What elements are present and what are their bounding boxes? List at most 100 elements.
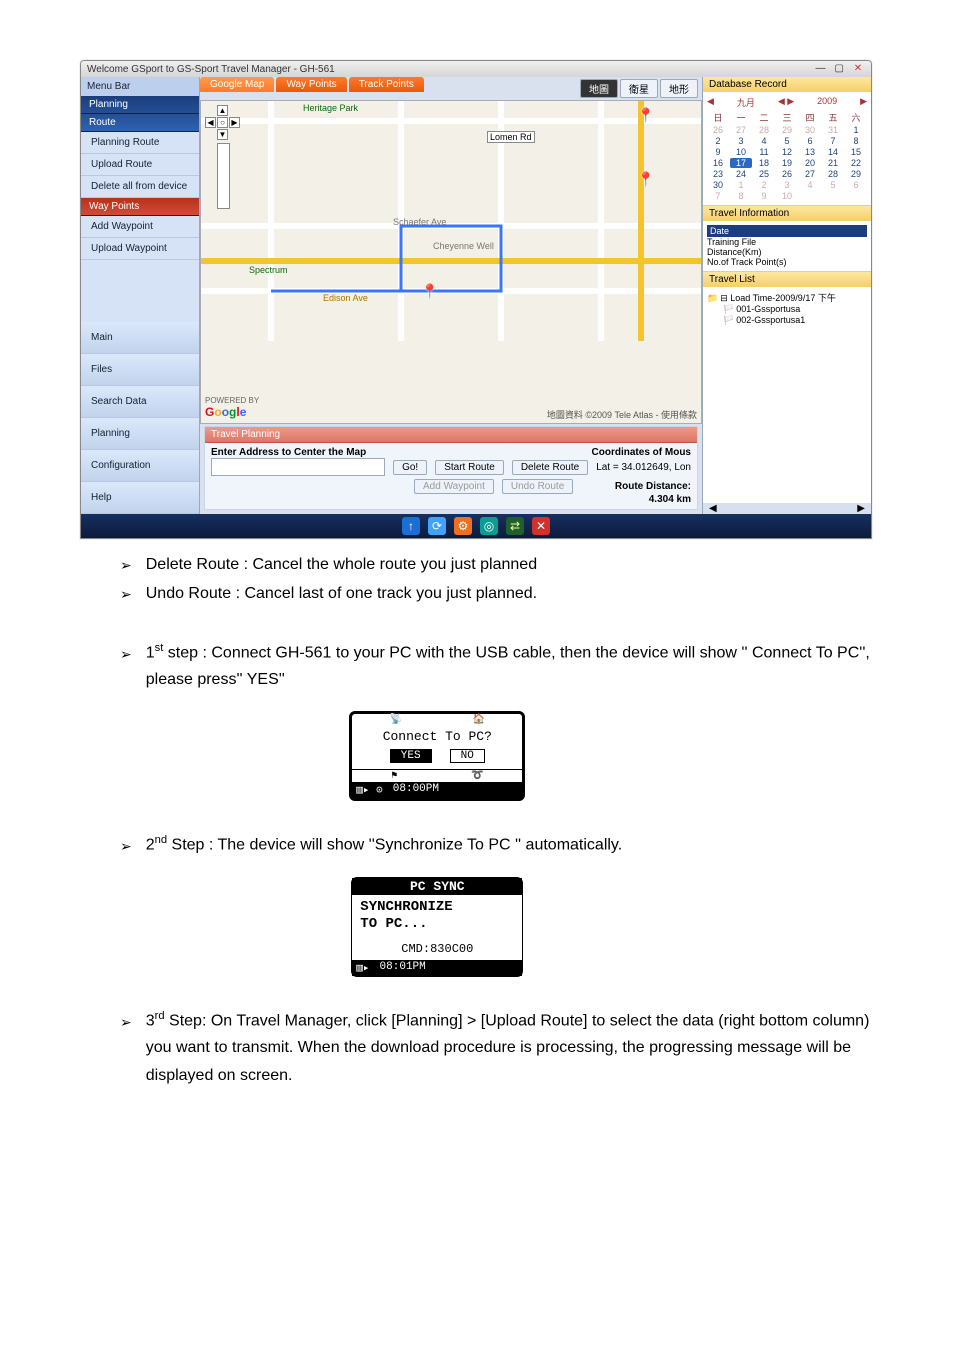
section-route[interactable]: Route [81,114,199,132]
bullet-delete-route: Delete Route : Cancel the whole route yo… [146,551,537,580]
menubar-label: Menu Bar [81,77,199,96]
device-no-button[interactable]: NO [450,749,485,763]
coords-label: Coordinates of Mous [592,447,691,458]
tree-root[interactable]: Load Time-2009/9/17 下午 [730,293,836,303]
go-button[interactable]: Go! [393,460,427,475]
strip-icon-5[interactable]: ⇄ [506,517,524,535]
travel-list-tree[interactable]: ⊟ Load Time-2009/9/17 下午 001-Gssportusa … [703,287,871,503]
info-distance: Distance(Km) [707,247,762,257]
db-record-title: Database Record [703,77,871,92]
sync-line1: SYNCHRONIZE [360,899,452,915]
device-bottom-icons: ⚑ ➰ [352,769,522,782]
spectrum-label: Spectrum [247,265,290,275]
address-label: Enter Address to Center the Map [211,447,366,458]
sidebar: Menu Bar Planning Route Planning Route U… [81,77,200,514]
map-mode-sat[interactable]: 衛星 [620,79,658,98]
map-mode-map[interactable]: 地圖 [580,79,618,98]
travel-list-title: Travel List [703,272,871,287]
map-pan-zoom[interactable]: ▲ ◀○▶ ▼ [205,105,241,209]
titlebar: Welcome GSport to GS-Sport Travel Manage… [81,61,871,77]
map-marker-orange-icon[interactable]: 📍 [637,107,654,124]
minimize-icon[interactable]: — [813,63,827,75]
start-route-button[interactable]: Start Route [435,460,504,475]
app-window: Welcome GSport to GS-Sport Travel Manage… [80,60,872,539]
tree-leaf-1[interactable]: 001-Gssportusa [736,304,800,314]
nav-add-waypoint[interactable]: Add Waypoint [81,216,199,238]
device-connect-pc: 📡 🏠 Connect To PC? YES NO ⚑ ➰ ▥▸ ⊙ 08:00… [349,711,525,801]
strip-icon-1[interactable]: ↑ [402,517,420,535]
nav-main[interactable]: Main [81,322,199,354]
scroll-right-icon[interactable]: ▶ [857,503,865,514]
route-dist-label: Route Distance: [615,481,691,492]
info-panel: Date Training File Distance(Km) No.of Tr… [703,221,871,272]
cheyenne-label: Cheyenne Well [431,241,496,251]
device-pc-sync: PC SYNC SYNCHRONIZE TO PC... CMD:830C00 … [351,877,523,977]
map-marker-blue-icon[interactable]: 📍 [421,283,438,300]
cal-prev2-icon[interactable]: ◀ ▶ [778,96,794,109]
maximize-icon[interactable]: ▢ [832,63,846,75]
step-list-2: 2nd Step : The device will show ''Synchr… [120,831,874,859]
home-icon: 🏠 [473,714,485,726]
section-waypoints-header[interactable]: Way Points [81,198,199,216]
map-attribution: 地圖資料 ©2009 Tele Atlas - 使用條款 [547,408,697,421]
step-3: 3rd Step: On Travel Manager, click [Plan… [146,1007,874,1089]
scroll-left-icon[interactable]: ◀ [709,503,717,514]
google-logo: POWERED BY Google [205,396,259,419]
nav-help[interactable]: Help [81,482,199,514]
map-mode-terrain[interactable]: 地形 [660,79,698,98]
strip-icon-6[interactable]: ✕ [532,517,550,535]
bullet-list: Delete Route : Cancel the whole route yo… [120,551,874,609]
tree-leaf-2[interactable]: 002-Gssportusa1 [736,315,805,325]
lomen-label: Lomen Rd [487,131,535,143]
tab-track-points[interactable]: Track Points [349,77,424,92]
strip-icon-3[interactable]: ⚙ [454,517,472,535]
nav-configuration[interactable]: Configuration [81,450,199,482]
tab-way-points[interactable]: Way Points [276,77,346,92]
nav-search-data[interactable]: Search Data [81,386,199,418]
nav-planning-route[interactable]: Planning Route [81,132,199,154]
section-planning-header[interactable]: Planning [81,96,199,114]
step-list: 1st step : Connect GH-561 to your PC wit… [120,639,874,694]
tab-google-map[interactable]: Google Map [200,77,274,92]
sat-icon: 📡 [390,714,402,726]
planning-bar: Travel Planning Enter Address to Center … [204,426,698,510]
schaefer-label: Schaefer Ave [391,217,448,227]
sync-cmd: CMD:830C00 [352,938,522,960]
nav-upload-waypoint[interactable]: Upload Waypoint [81,238,199,260]
device-prompt: Connect To PC? [352,726,522,747]
step-1: 1st step : Connect GH-561 to your PC wit… [146,639,874,694]
strip-icon-2[interactable]: ⟳ [428,517,446,535]
address-input[interactable] [211,458,385,476]
nav-planning-bottom[interactable]: Planning [81,418,199,450]
flag-icon: ⚑ [391,770,397,782]
nav-upload-route[interactable]: Upload Route [81,154,199,176]
map-canvas[interactable]: ▲ ◀○▶ ▼ Heritage Park Spectrum Schaefer … [200,100,702,424]
battery-icon-2: ▥▸ [356,961,369,975]
cal-next-icon[interactable]: ▶ [860,96,867,109]
nav-files[interactable]: Files [81,354,199,386]
sync-line2: TO PC... [360,916,427,932]
add-waypoint-button[interactable]: Add Waypoint [414,479,494,494]
calendar[interactable]: ◀ 九月 ◀ ▶ 2009 ▶ 日一二三四五六26272829303112345… [703,92,871,206]
device-time: 08:00PM [393,783,439,797]
coords-value: Lat = 34.012649, Lon [596,462,691,473]
undo-route-button[interactable]: Undo Route [502,479,573,494]
close-icon[interactable]: ✕ [851,63,865,75]
map-tabs: Google Map Way Points Track Points [200,77,426,92]
info-training: Training File [707,237,756,247]
info-points: No.of Track Point(s) [707,257,787,267]
bottom-icon-strip: ↑ ⟳ ⚙ ◎ ⇄ ✕ [81,514,871,538]
nav-delete-all[interactable]: Delete all from device [81,176,199,198]
loop-icon: ➰ [471,770,483,782]
device-yes-button[interactable]: YES [390,749,432,763]
window-controls: — ▢ ✕ [811,63,865,75]
device-top-icons: 📡 🏠 [352,714,522,726]
route-dist-value: 4.304 km [649,494,691,505]
heritage-park-label: Heritage Park [301,103,360,113]
cal-prev-icon[interactable]: ◀ [707,96,714,109]
planning-title: Travel Planning [205,427,697,443]
sync-title: PC SYNC [352,878,522,895]
map-marker-green-icon[interactable]: 📍 [637,171,654,188]
delete-route-button[interactable]: Delete Route [512,460,588,475]
strip-icon-4[interactable]: ◎ [480,517,498,535]
